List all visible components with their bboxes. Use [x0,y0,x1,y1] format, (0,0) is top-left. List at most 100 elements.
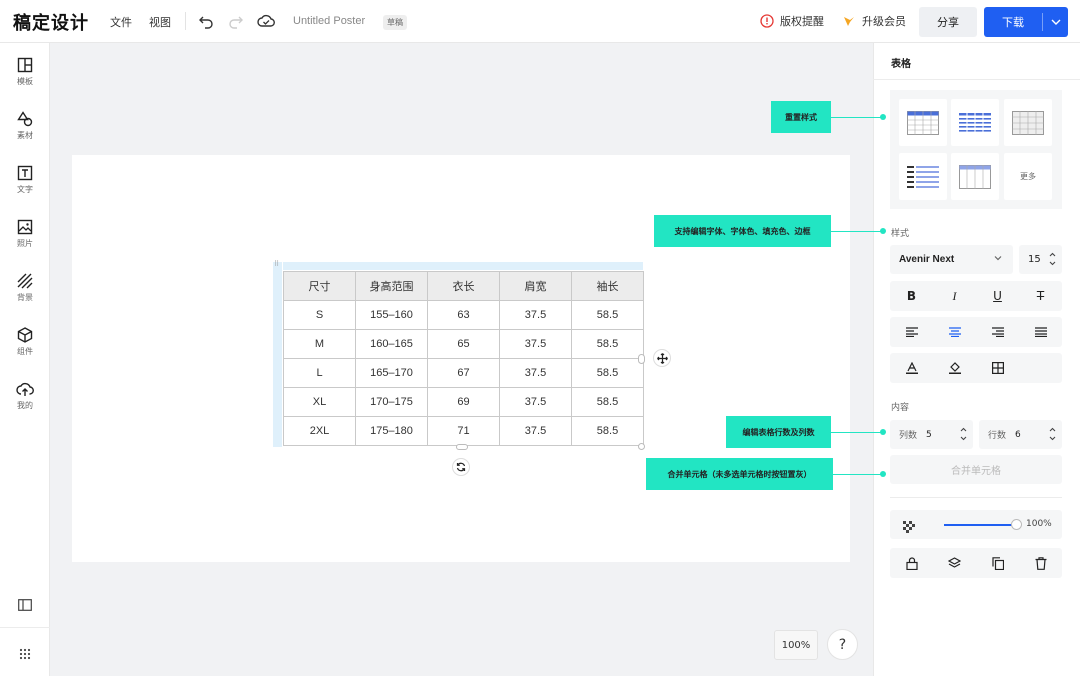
resize-handle-right[interactable] [638,354,645,364]
merge-cells-button[interactable]: 合并单元格 [890,455,1062,484]
redo-icon[interactable] [227,12,245,30]
layers-icon[interactable] [933,548,976,578]
align-justify-icon[interactable] [1019,317,1062,347]
table-cell[interactable]: 67 [427,358,500,388]
color-border-row [890,353,1062,383]
row-count-stepper[interactable]: 行数 6 [979,420,1062,449]
help-button[interactable]: ? [827,629,858,660]
border-icon[interactable] [976,353,1019,383]
size-table[interactable]: 尺寸 身高范围 衣长 肩宽 袖长 S 155–160 63 37.5 58.5 … [283,271,644,446]
share-button[interactable]: 分享 [919,7,977,37]
drag-handle-icon[interactable]: ⠿ [274,261,279,268]
sidebar-item-template[interactable]: 模板 [0,57,50,103]
resize-handle-bottom[interactable] [456,444,468,450]
undo-icon[interactable] [197,12,215,30]
move-icon[interactable] [653,349,671,367]
trash-icon[interactable] [1019,548,1062,578]
table-cell[interactable]: 37.5 [499,358,572,388]
table-style-preset-3[interactable] [1004,99,1052,146]
sidebar-item-label: 文字 [17,185,33,194]
table-cell[interactable]: 58.5 [571,416,644,446]
table-style-preset-5[interactable] [951,153,999,200]
table-cell[interactable]: 63 [427,300,500,330]
table-row: L 165–170 67 37.5 58.5 [283,358,644,388]
download-label[interactable]: 下载 [984,7,1042,37]
table-cell[interactable]: XL [283,387,356,417]
table-cell[interactable]: 58.5 [571,329,644,359]
table-cell[interactable]: 58.5 [571,300,644,330]
table-cell[interactable]: M [283,329,356,359]
more-styles-button[interactable]: 更多 [1004,153,1052,200]
table-cell[interactable]: L [283,358,356,388]
table-style-preset-1[interactable] [899,99,947,146]
sidebar-item-text[interactable]: 文字 [0,165,50,211]
cloud-save-icon[interactable] [257,12,275,30]
table-cell[interactable]: 2XL [283,416,356,446]
align-left-icon[interactable] [890,317,933,347]
download-button[interactable]: 下载 [984,7,1068,37]
table-cell[interactable]: 155–160 [355,300,428,330]
table-cell[interactable]: 165–170 [355,358,428,388]
sidebar-item-background[interactable]: 背景 [0,273,50,319]
bold-icon[interactable]: B [890,281,933,311]
rotate-icon[interactable] [452,458,470,476]
underline-icon[interactable]: U [976,281,1019,311]
table-cell[interactable]: 175–180 [355,416,428,446]
opacity-slider-track[interactable] [944,524,1015,526]
opacity-value: 100% [1026,519,1052,529]
document-title[interactable]: Untitled Poster [293,15,365,27]
font-color-icon[interactable] [890,353,933,383]
table-cell[interactable]: 170–175 [355,387,428,417]
chevron-down-icon[interactable] [1044,7,1068,37]
align-right-icon[interactable] [976,317,1019,347]
stepper-arrows-icon[interactable] [1049,427,1056,441]
font-family-select[interactable]: Avenir Next [890,245,1013,274]
table-cell[interactable]: 37.5 [499,387,572,417]
table-cell[interactable]: 37.5 [499,416,572,446]
upload-cloud-icon [16,382,34,396]
sidebar-item-mine[interactable]: 我的 [0,381,50,427]
table-header-cell[interactable]: 尺寸 [283,271,356,301]
align-center-icon[interactable] [933,317,976,347]
table-header-cell[interactable]: 肩宽 [499,271,572,301]
upgrade-label: 升级会员 [862,15,906,28]
menu-view[interactable]: 视图 [149,14,171,30]
lock-icon[interactable] [890,548,933,578]
stepper-arrows-icon[interactable] [1049,252,1056,266]
copyright-reminder-button[interactable]: 版权提醒 [760,13,824,29]
sidebar-item-component[interactable]: 组件 [0,327,50,373]
italic-icon[interactable]: I [933,281,976,311]
column-count-stepper[interactable]: 列数 5 [890,420,973,449]
column-selector-bar[interactable] [283,262,643,270]
table-header-cell[interactable]: 身高范围 [355,271,428,301]
table-cell[interactable]: S [283,300,356,330]
table-style-preset-4[interactable] [899,153,947,200]
opacity-slider-handle[interactable] [1011,519,1022,530]
table-cell[interactable]: 71 [427,416,500,446]
sidebar-item-photo[interactable]: 照片 [0,219,50,265]
table-cell[interactable]: 37.5 [499,300,572,330]
table-cell[interactable]: 69 [427,387,500,417]
row-selector-bar[interactable] [273,262,282,447]
apps-grid-icon[interactable] [19,645,31,664]
table-cell[interactable]: 160–165 [355,329,428,359]
panel-toggle-icon[interactable] [18,596,32,615]
zoom-level[interactable]: 100% [774,630,818,660]
table-style-preset-2[interactable] [951,99,999,146]
table-header-cell[interactable]: 袖长 [571,271,644,301]
table-cell[interactable]: 37.5 [499,329,572,359]
upgrade-vip-button[interactable]: 升级会员 [842,13,906,29]
font-size-stepper[interactable]: 15 [1019,245,1062,274]
copy-icon[interactable] [976,548,1019,578]
resize-handle-corner[interactable] [638,443,645,450]
sidebar-item-elements[interactable]: 素材 [0,111,50,157]
stepper-arrows-icon[interactable] [960,427,967,441]
fill-color-icon[interactable] [933,353,976,383]
table-cell[interactable]: 58.5 [571,358,644,388]
table-cell[interactable]: 58.5 [571,387,644,417]
strikethrough-icon[interactable]: T [1019,281,1062,311]
table-cell[interactable]: 65 [427,329,500,359]
app-logo[interactable]: 稿定设计 [13,9,89,35]
menu-file[interactable]: 文件 [110,14,132,30]
table-header-cell[interactable]: 衣长 [427,271,500,301]
